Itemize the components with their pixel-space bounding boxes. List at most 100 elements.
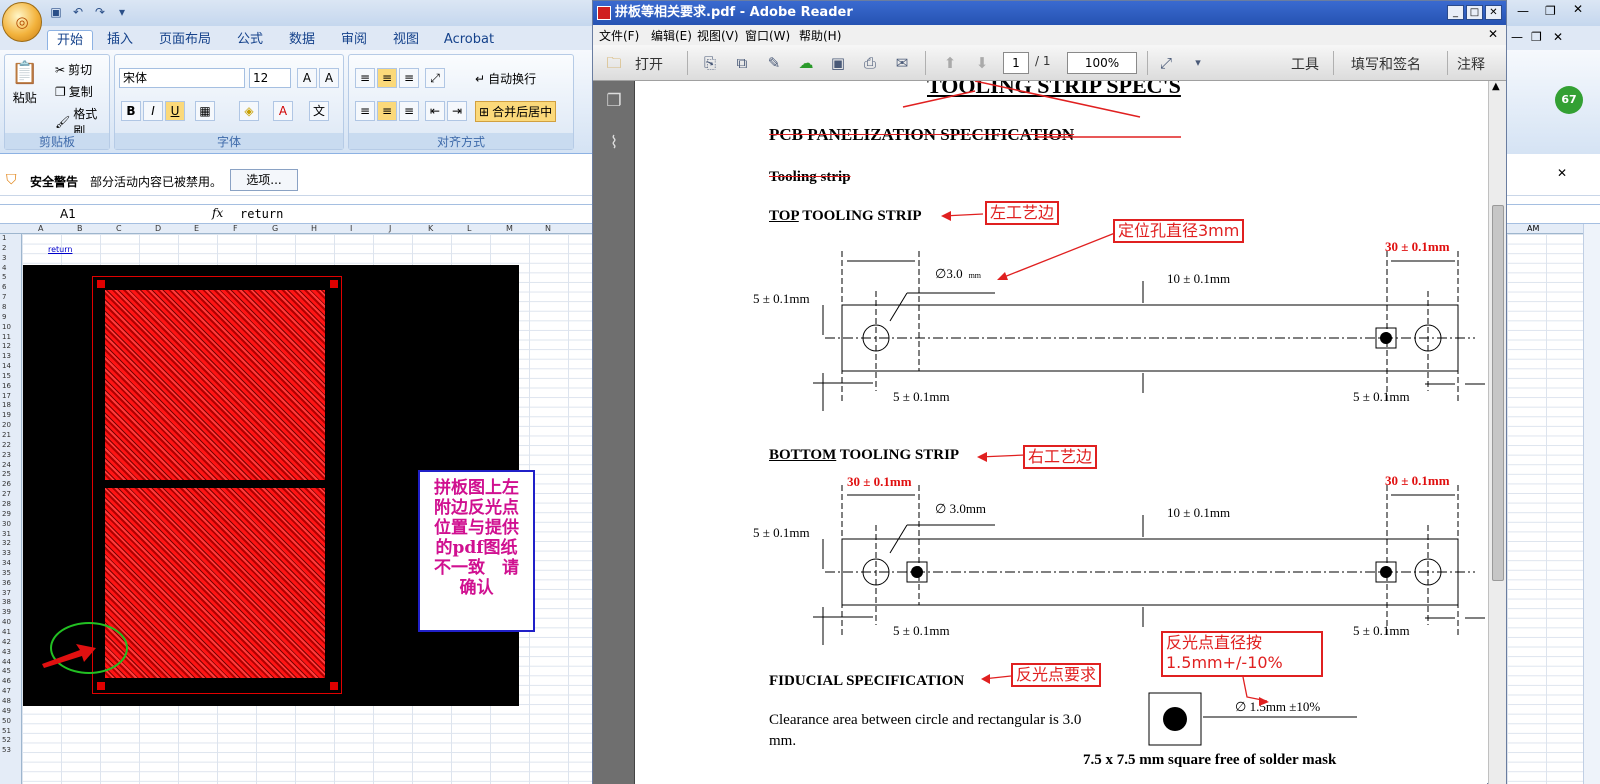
combine-icon[interactable]: ⧉ — [731, 53, 753, 73]
row-header[interactable]: 23 — [2, 451, 11, 459]
row-header[interactable]: 40 — [2, 618, 11, 626]
tools-button[interactable]: 工具 — [1291, 54, 1319, 74]
folder-open-icon[interactable]: 🗀 — [603, 53, 625, 73]
minimize-icon[interactable]: — — [1517, 4, 1529, 18]
column-header[interactable]: D — [155, 224, 161, 234]
row-header[interactable]: 39 — [2, 608, 11, 616]
row-header[interactable]: 21 — [2, 431, 11, 439]
row-header[interactable]: 14 — [2, 362, 11, 370]
column-header[interactable]: C — [116, 224, 122, 234]
toolbar-options-icon[interactable]: ▾ — [1187, 53, 1209, 73]
customize-qat-icon[interactable]: ▾ — [114, 4, 130, 20]
close-icon[interactable]: ✕ — [1485, 5, 1502, 20]
menu-edit[interactable]: 编辑(E) — [651, 27, 692, 44]
next-page-icon[interactable]: ⬇ — [971, 53, 993, 73]
row-header[interactable]: 34 — [2, 559, 11, 567]
column-header[interactable]: G — [272, 224, 278, 234]
row-header[interactable]: 30 — [2, 520, 11, 528]
row-header[interactable]: 26 — [2, 480, 11, 488]
underline-button[interactable]: U — [165, 101, 185, 121]
column-header[interactable]: K — [428, 224, 433, 234]
row-header[interactable]: 52 — [2, 736, 11, 744]
increase-indent-icon[interactable]: ⇥ — [447, 101, 467, 121]
open-button[interactable]: 打开 — [635, 54, 663, 74]
annotation-fiducial-dia[interactable]: 反光点直径按 1.5mm+/-10% — [1161, 631, 1323, 677]
align-right-icon[interactable]: ≡ — [399, 101, 419, 121]
column-header[interactable]: L — [467, 224, 471, 234]
row-header[interactable]: 6 — [2, 283, 6, 291]
row-header[interactable]: 45 — [2, 667, 11, 675]
copy-button[interactable]: ❐ 复制 — [55, 83, 93, 100]
row-header[interactable]: 37 — [2, 589, 11, 597]
row-header[interactable]: 19 — [2, 411, 11, 419]
close-doc-icon[interactable]: ✕ — [1488, 27, 1498, 41]
save-icon[interactable]: ▣ — [827, 53, 849, 73]
merge-center-button[interactable]: ⊞ 合并后居中 — [475, 101, 557, 122]
row-header[interactable]: 44 — [2, 658, 11, 666]
row-header[interactable]: 5 — [2, 273, 6, 281]
tab-page-layout[interactable]: 页面布局 — [152, 30, 218, 50]
align-center-icon[interactable]: ≡ — [377, 101, 397, 121]
row-header[interactable]: 2 — [2, 244, 6, 252]
annotation-left-edge[interactable]: 左工艺边 — [985, 201, 1060, 225]
redo-icon[interactable]: ↷ — [92, 4, 108, 20]
row-header[interactable]: 4 — [2, 264, 6, 272]
tab-view[interactable]: 视图 — [384, 30, 428, 50]
decrease-indent-icon[interactable]: ⇤ — [425, 101, 445, 121]
row-header[interactable]: 3 — [2, 254, 6, 262]
row-header[interactable]: 22 — [2, 441, 11, 449]
row-header[interactable]: 25 — [2, 470, 11, 478]
row-header[interactable]: 36 — [2, 579, 11, 587]
name-box[interactable]: A1 — [0, 205, 152, 223]
pdf-scrollbar[interactable]: ▲ — [1488, 81, 1506, 784]
row-header[interactable]: 29 — [2, 510, 11, 518]
save-icon[interactable]: ▣ — [48, 4, 64, 20]
row-header[interactable]: 32 — [2, 539, 11, 547]
minimize-icon[interactable]: _ — [1447, 5, 1464, 20]
borders-icon[interactable]: ▦ — [195, 101, 215, 121]
row-header[interactable]: 12 — [2, 342, 11, 350]
menu-window[interactable]: 窗口(W) — [745, 27, 790, 44]
upload-cloud-icon[interactable]: ☁ — [795, 53, 817, 73]
maximize-icon[interactable]: □ — [1466, 5, 1483, 20]
cut-button[interactable]: ✂ 剪切 — [55, 61, 92, 78]
row-header[interactable]: 7 — [2, 293, 6, 301]
tab-review[interactable]: 审阅 — [332, 30, 376, 50]
row-header[interactable]: 16 — [2, 382, 11, 390]
column-header[interactable]: F — [233, 224, 238, 234]
menu-file[interactable]: 文件(F) — [599, 27, 639, 44]
options-button[interactable]: 选项... — [230, 169, 298, 191]
prev-page-icon[interactable]: ⬆ — [939, 53, 961, 73]
row-header[interactable]: 43 — [2, 648, 11, 656]
fx-icon[interactable]: fx — [212, 206, 223, 220]
row-header[interactable]: 11 — [2, 333, 11, 341]
fill-color-icon[interactable]: ◈ — [239, 101, 259, 121]
row-header[interactable]: 48 — [2, 697, 11, 705]
align-middle-icon[interactable]: ≡ — [377, 68, 397, 88]
shrink-font-button[interactable]: A — [319, 68, 339, 88]
column-header[interactable]: N — [545, 224, 551, 234]
restore-icon[interactable]: ❐ — [1545, 4, 1556, 18]
phonetic-icon[interactable]: 文 — [309, 101, 329, 121]
email-icon[interactable]: ✉ — [891, 53, 913, 73]
close-icon[interactable]: ✕ — [1573, 2, 1583, 16]
page-number-input[interactable]: 1 — [1003, 52, 1029, 74]
edit-icon[interactable]: ✎ — [763, 53, 785, 73]
menu-view[interactable]: 视图(V) — [697, 27, 739, 44]
annotation-fiducial-req[interactable]: 反光点要求 — [1011, 663, 1102, 687]
wrap-text-button[interactable]: ↵ 自动换行 — [475, 70, 536, 87]
minimize-icon[interactable]: — — [1511, 30, 1523, 44]
row-header[interactable]: 8 — [2, 303, 6, 311]
formula-input[interactable]: return — [240, 205, 590, 223]
comment-button[interactable]: 注释 — [1457, 54, 1485, 74]
column-header[interactable]: M — [506, 224, 513, 234]
align-bottom-icon[interactable]: ≡ — [399, 68, 419, 88]
row-header[interactable]: 50 — [2, 717, 11, 725]
row-header[interactable]: 13 — [2, 352, 11, 360]
tab-home[interactable]: 开始 — [47, 30, 93, 50]
row-header[interactable]: 1 — [2, 234, 6, 242]
row-header[interactable]: 17 — [2, 392, 11, 400]
zoom-select[interactable]: 100% — [1067, 52, 1137, 74]
column-header[interactable]: A — [38, 224, 43, 234]
undo-icon[interactable]: ↶ — [70, 4, 86, 20]
